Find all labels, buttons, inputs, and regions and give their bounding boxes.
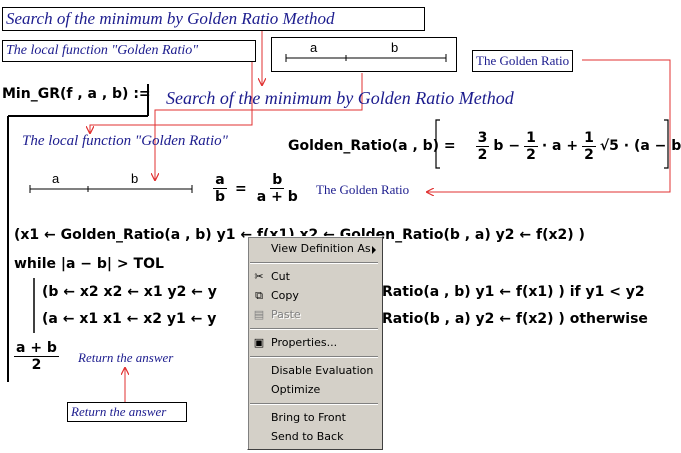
branch-2-left: (a ← x1 x1 ← x2 y1 ← y	[42, 311, 217, 327]
copy-icon: ⧉	[255, 289, 263, 302]
callout-search-title: Search of the minimum by Golden Ratio Me…	[2, 7, 425, 31]
golden-ratio-label: The Golden Ratio	[316, 182, 410, 197]
callout-local-function: The local function "Golden Ratio"	[2, 40, 256, 62]
context-menu: View Definition As ✂ Cut ⧉ Copy ▤ Paste …	[247, 236, 383, 450]
return-expression: a + b2	[14, 340, 59, 373]
ratio-label-a: a	[310, 40, 318, 55]
golden-ratio-definition: Golden_Ratio(a , b) = 32 b − 12 · a + 12…	[288, 129, 681, 163]
menu-item-optimize[interactable]: Optimize	[248, 381, 382, 399]
callout-return-answer: Return the answer	[67, 402, 187, 422]
scissors-icon: ✂	[254, 270, 264, 283]
return-label: Return the answer	[78, 350, 174, 365]
ratio-label-b: b	[391, 40, 399, 55]
local-function-label: The local function "Golden Ratio"	[22, 133, 228, 149]
menu-item-copy[interactable]: ⧉ Copy	[248, 287, 382, 305]
program-ratio-label-a: a	[52, 171, 60, 186]
menu-item-send-to-back[interactable]: Send to Back	[248, 428, 382, 446]
properties-icon: ▣	[253, 336, 265, 349]
branch-1-right: Ratio(a , b) y1 ← f(x1) ) if y1 < y2	[382, 284, 645, 300]
menu-item-cut[interactable]: ✂ Cut	[248, 268, 382, 286]
menu-separator	[250, 328, 378, 330]
menu-separator	[250, 356, 378, 358]
menu-item-view-definition-as[interactable]: View Definition As	[248, 240, 382, 258]
branch-1-left: (b ← x2 x2 ← x1 y2 ← y	[42, 284, 217, 300]
program-ratio-label-b: b	[131, 171, 139, 186]
ratio-diagram-box	[271, 37, 457, 72]
golden-ratio-equation: ab = ba + b	[213, 172, 298, 205]
while-line: while |a − b| > TOL	[14, 256, 164, 272]
menu-separator	[250, 403, 378, 405]
program-header: Min_GR(f , a , b) :=	[2, 86, 151, 102]
menu-item-paste[interactable]: ▤ Paste	[248, 306, 382, 324]
menu-item-disable-evaluation[interactable]: Disable Evaluation	[248, 362, 382, 380]
branch-2-right: Ratio(b , a) y2 ← f(x2) ) otherwise	[382, 311, 648, 327]
menu-item-properties[interactable]: ▣ Properties...	[248, 334, 382, 352]
callout-golden-ratio: The Golden Ratio	[472, 50, 574, 72]
submenu-arrow-icon	[372, 246, 376, 254]
menu-separator	[250, 262, 378, 264]
program-title: Search of the minimum by Golden Ratio Me…	[166, 88, 514, 108]
menu-item-bring-to-front[interactable]: Bring to Front	[248, 409, 382, 427]
paste-icon: ▤	[253, 308, 265, 321]
